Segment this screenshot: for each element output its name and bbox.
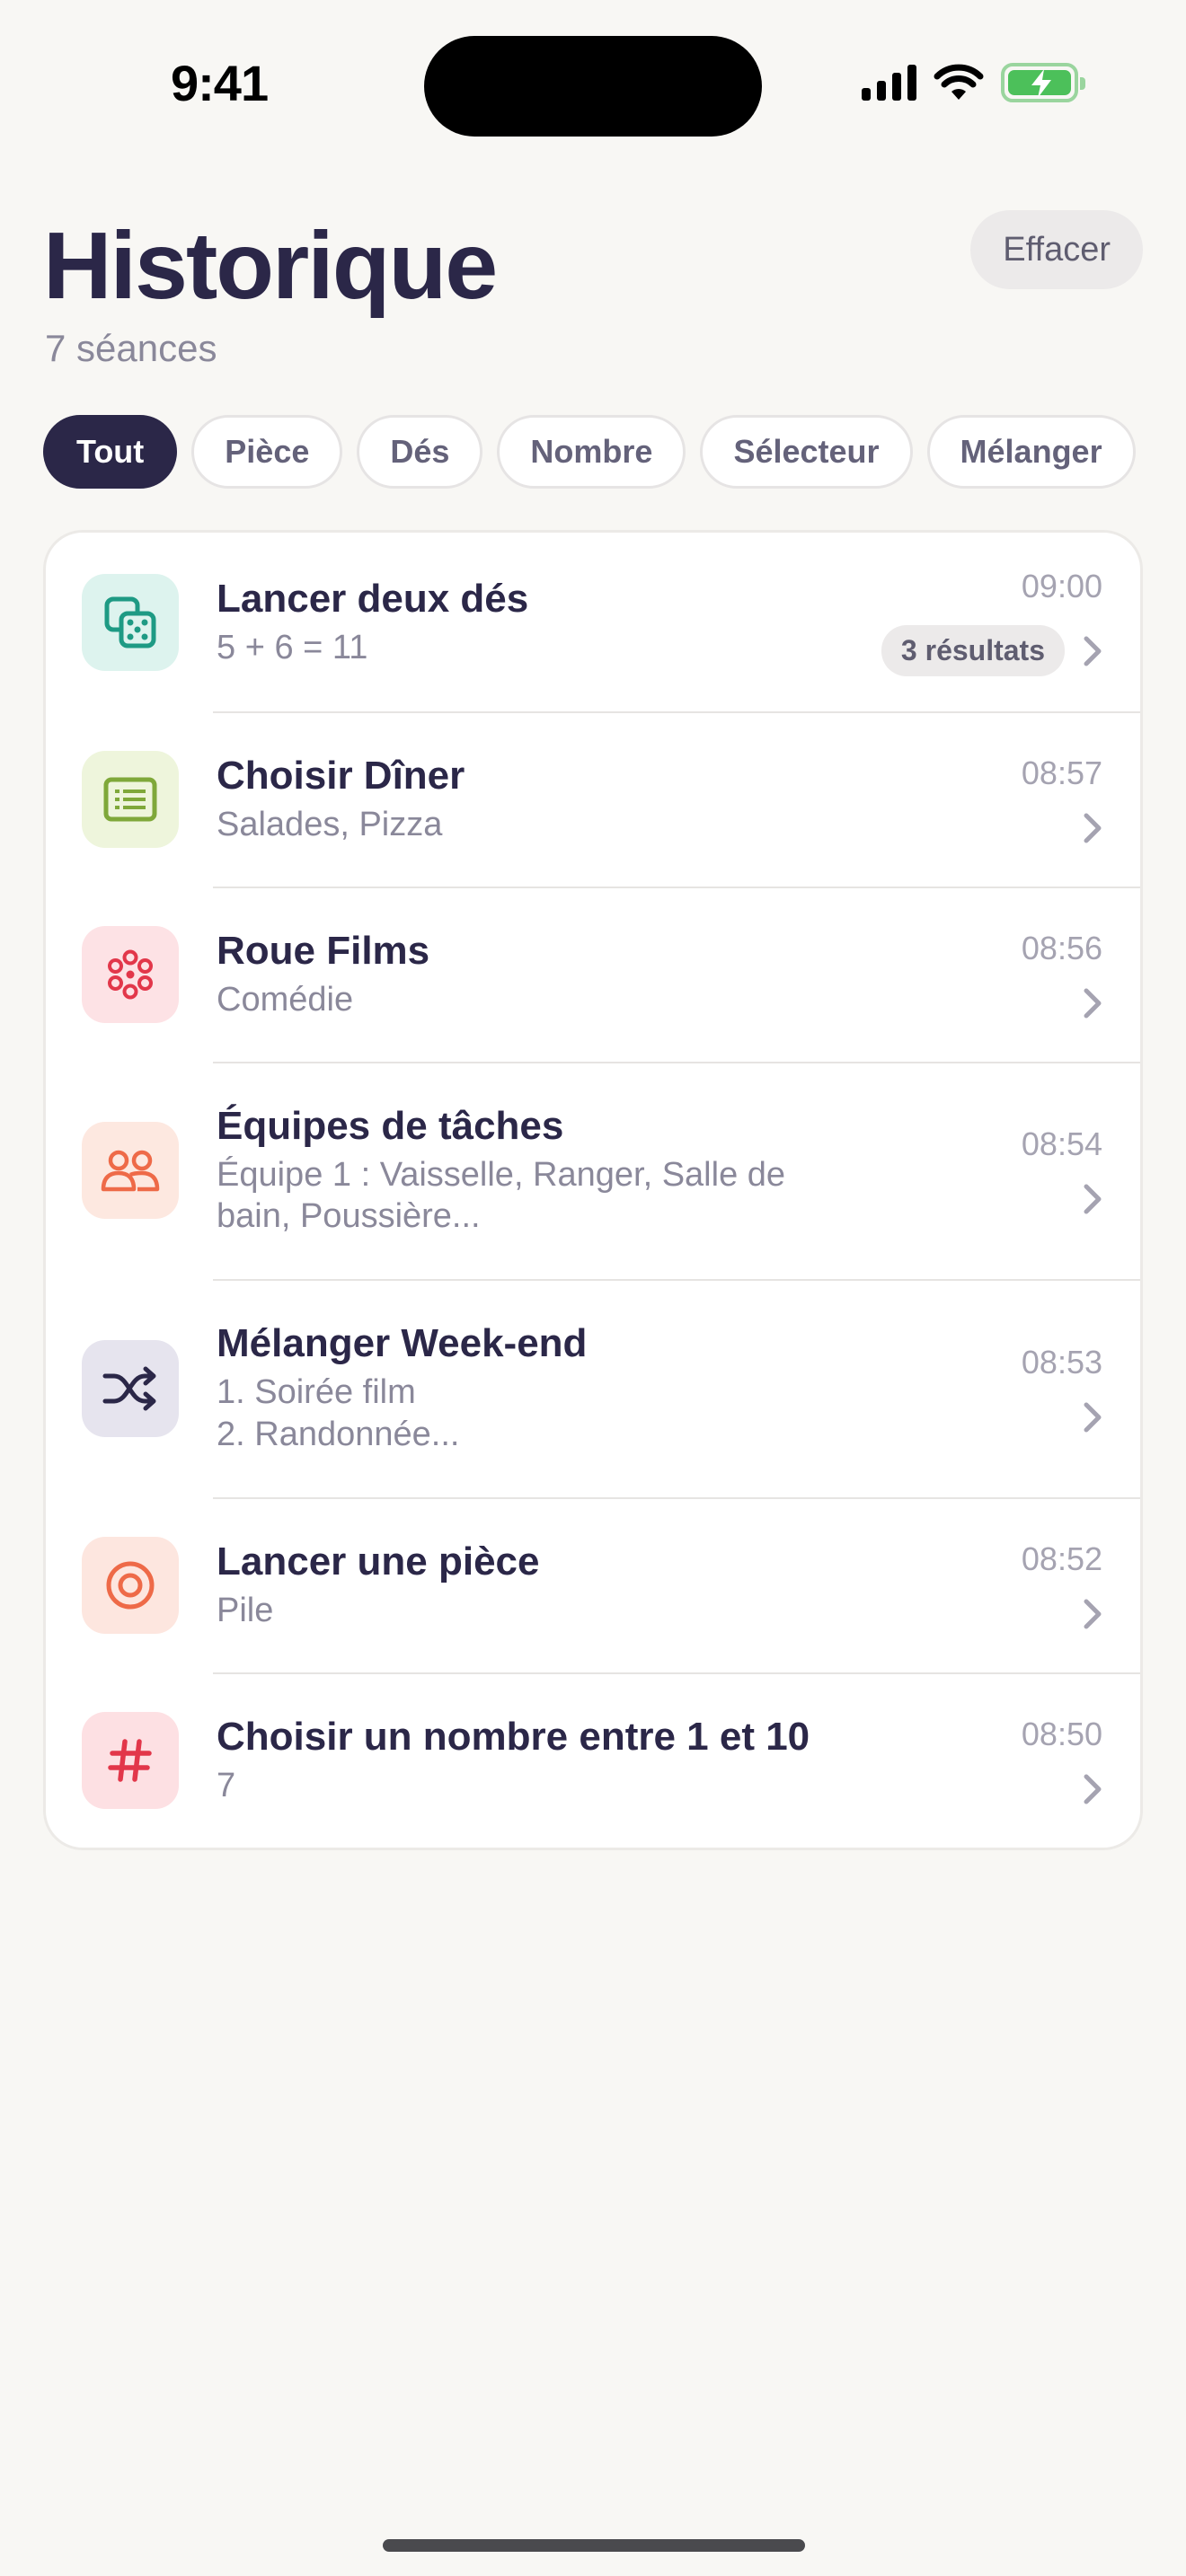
row-time: 08:57 [1021, 754, 1102, 791]
history-list: Lancer deux dés 5 + 6 = 11 09:00 3 résul… [43, 530, 1143, 1850]
history-row[interactable]: Choisir un nombre entre 1 et 10 7 08:50 [46, 1672, 1140, 1848]
filter-chip-shuffle[interactable]: Mélanger [926, 415, 1136, 489]
list-card-icon [82, 750, 179, 848]
row-title: Équipes de tâches [217, 1103, 564, 1148]
row-time: 08:52 [1021, 1539, 1102, 1577]
chevron-right-icon [1084, 988, 1102, 1018]
status-icons [862, 63, 1085, 102]
coin-icon [82, 1536, 179, 1634]
filter-chip-dice[interactable]: Dés [357, 415, 483, 489]
dice-icon [82, 573, 179, 671]
history-row[interactable]: Roue Films Comédie 08:56 [46, 887, 1140, 1062]
results-badge: 3 résultats [881, 625, 1065, 676]
shuffle-icon [82, 1339, 179, 1437]
history-row[interactable]: Lancer deux dés 5 + 6 = 11 09:00 3 résul… [46, 533, 1140, 711]
row-time: 08:56 [1021, 929, 1102, 966]
filter-chip-number[interactable]: Nombre [497, 415, 686, 489]
filter-chip-picker[interactable]: Sélecteur [700, 415, 913, 489]
wifi-icon [934, 64, 984, 100]
hash-icon [82, 1711, 179, 1809]
chevron-right-icon [1084, 1774, 1102, 1804]
filter-chip-all[interactable]: Tout [43, 415, 178, 489]
history-row[interactable]: Choisir Dîner Salades, Pizza 08:57 [46, 711, 1140, 887]
history-row[interactable]: Mélanger Week-end 1. Soirée film 2. Rand… [46, 1279, 1140, 1497]
page-title: Historique [43, 213, 498, 319]
dynamic-island [424, 36, 762, 137]
session-count: 7 séances [45, 327, 217, 369]
row-subtitle: 5 + 6 = 11 [217, 628, 368, 666]
row-subtitle: Pile [217, 1591, 274, 1629]
history-row[interactable]: Lancer une pièce Pile 08:52 [46, 1497, 1140, 1672]
chevron-right-icon [1084, 813, 1102, 842]
chevron-right-icon [1084, 1402, 1102, 1432]
people-icon [82, 1122, 179, 1219]
chevron-right-icon [1084, 1184, 1102, 1214]
row-time: 08:53 [1021, 1343, 1102, 1381]
wheel-icon [82, 925, 179, 1023]
row-title: Roue Films [217, 928, 430, 973]
history-row[interactable]: Équipes de tâches Équipe 1 : Vaisselle, … [46, 1062, 1140, 1279]
chevron-right-icon [1084, 1599, 1102, 1628]
row-time: 08:54 [1021, 1125, 1102, 1162]
row-title: Lancer une pièce [217, 1539, 540, 1584]
row-title: Lancer deux dés [217, 576, 529, 621]
clear-button[interactable]: Effacer [970, 210, 1143, 289]
row-title: Choisir un nombre entre 1 et 10 [217, 1714, 810, 1759]
status-time: 9:41 [171, 55, 269, 111]
battery-icon [1001, 63, 1085, 102]
row-title: Mélanger Week-end [217, 1321, 588, 1366]
row-subtitle: Salades, Pizza [217, 805, 443, 843]
row-time: 08:50 [1021, 1715, 1102, 1752]
home-indicator[interactable] [383, 2539, 805, 2552]
chevron-right-icon [1084, 636, 1102, 666]
filter-chip-coin[interactable]: Pièce [191, 415, 343, 489]
row-subtitle: 7 [217, 1766, 236, 1804]
filter-chips: Tout Pièce Dés Nombre Sélecteur Mélanger [43, 415, 1186, 489]
row-subtitle: 1. Soirée film 2. Randonnée... [217, 1373, 460, 1453]
history-screen: 9:41 Historique 7 séances Effacer Tout P… [0, 0, 1186, 2576]
cellular-signal-icon [862, 65, 916, 101]
row-time: 09:00 [1021, 568, 1102, 604]
row-title: Choisir Dîner [217, 753, 465, 798]
row-subtitle: Équipe 1 : Vaisselle, Ranger, Salle de b… [217, 1155, 786, 1236]
row-subtitle: Comédie [217, 980, 354, 1019]
